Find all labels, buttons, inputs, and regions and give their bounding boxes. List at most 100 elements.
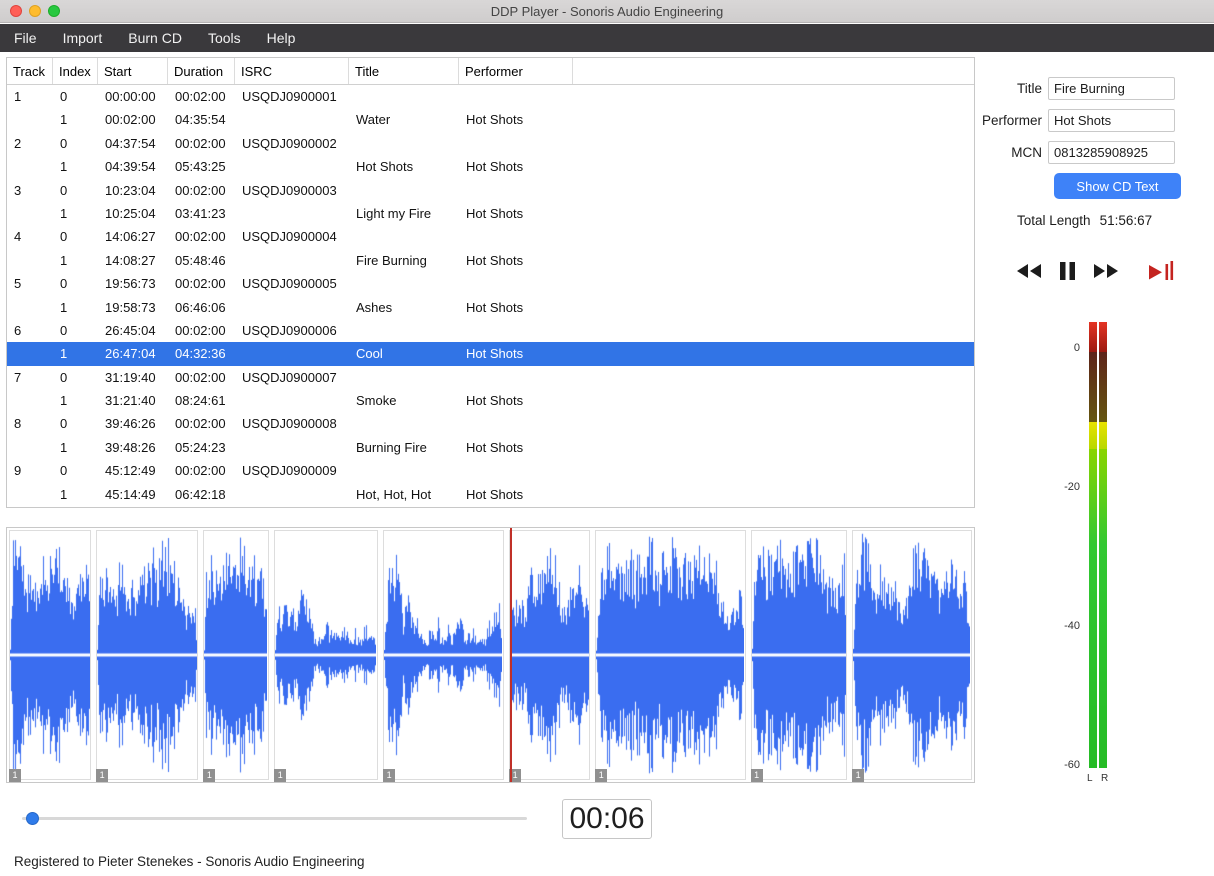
- pause-button[interactable]: [1059, 261, 1076, 283]
- table-row[interactable]: 3 0 10:23:04 00:02:00 USQDJ0900003: [7, 178, 974, 202]
- fast-forward-button[interactable]: [1093, 261, 1119, 283]
- menu-import[interactable]: Import: [50, 24, 116, 52]
- waveform-segment[interactable]: [595, 530, 746, 780]
- cell-duration: 08:24:61: [175, 393, 226, 409]
- cell-isrc: [235, 389, 349, 412]
- cell-index: 1: [60, 205, 68, 221]
- cell-start: 39:46:26: [105, 416, 156, 432]
- slider-thumb[interactable]: [26, 812, 39, 825]
- table-row[interactable]: 1 14:08:27 05:48:46 Fire Burning Hot Shots: [7, 248, 974, 273]
- title-field[interactable]: [1048, 76, 1175, 100]
- table-row[interactable]: 1 10:25:04 03:41:23 Light my Fire Hot Shots: [7, 201, 974, 226]
- column-header-track[interactable]: Track: [7, 58, 53, 84]
- cell-track: [7, 342, 53, 365]
- column-header-duration[interactable]: Duration: [168, 58, 235, 84]
- meter-scale-label: -40: [1064, 620, 1080, 632]
- menu-file[interactable]: File: [1, 24, 50, 52]
- cell-index: 1: [60, 299, 68, 315]
- menu-help[interactable]: Help: [254, 24, 309, 52]
- cell-performer: Hot Shots: [466, 346, 524, 362]
- cell-index: 0: [60, 416, 68, 432]
- table-row[interactable]: 1 45:14:49 06:42:18 Hot, Hot, Hot Hot Shots: [7, 482, 974, 507]
- cell-isrc: [235, 249, 349, 272]
- table-row[interactable]: 4 0 14:06:27 00:02:00 USQDJ0900004: [7, 225, 974, 249]
- cell-title: Hot, Hot, Hot: [356, 486, 432, 502]
- table-row[interactable]: 1 39:48:26 05:24:23 Burning Fire Hot Shots: [7, 435, 974, 460]
- performer-row: Performer: [978, 108, 1214, 132]
- cell-performer: [459, 225, 573, 248]
- waveform-segment[interactable]: [383, 530, 505, 780]
- cell-track: [7, 155, 53, 178]
- table-row[interactable]: 1 26:47:04 04:32:36 Cool Hot Shots: [7, 342, 974, 366]
- table-row[interactable]: 1 04:39:54 05:43:25 Hot Shots Hot Shots: [7, 155, 974, 179]
- cell-track: [7, 389, 53, 412]
- index-marker: 1: [203, 769, 216, 782]
- column-header-start[interactable]: Start: [98, 58, 168, 84]
- cell-start: 14:06:27: [105, 229, 156, 245]
- table-row[interactable]: 6 0 26:45:04 00:02:00 USQDJ0900006: [7, 318, 974, 343]
- playhead-cursor[interactable]: [509, 528, 512, 782]
- performer-field[interactable]: [1048, 108, 1175, 132]
- table-row[interactable]: 7 0 31:19:40 00:02:00 USQDJ0900007: [7, 365, 974, 390]
- cell-isrc: USQDJ0900004: [242, 229, 337, 245]
- cell-track: 8: [14, 416, 22, 432]
- cell-track: 2: [14, 135, 22, 151]
- cell-isrc: USQDJ0900008: [242, 416, 337, 432]
- table-row[interactable]: 1 0 00:00:00 00:02:00 USQDJ0900001: [7, 85, 974, 109]
- cell-performer: Hot Shots: [466, 299, 524, 315]
- cell-index: 0: [60, 322, 68, 338]
- table-row[interactable]: 2 0 04:37:54 00:02:00 USQDJ0900002: [7, 131, 974, 156]
- column-header-index[interactable]: Index: [53, 58, 98, 84]
- waveform-segment[interactable]: [9, 530, 92, 780]
- fast-forward-icon: [1093, 263, 1119, 282]
- cell-index: 1: [60, 393, 68, 409]
- cell-duration: 00:02:00: [175, 89, 226, 104]
- cell-start: 00:02:00: [105, 112, 156, 128]
- waveform-segment[interactable]: [203, 530, 270, 780]
- cell-title: [349, 179, 459, 202]
- play-to-marker-button[interactable]: [1149, 261, 1176, 283]
- index-marker: 1: [9, 769, 21, 782]
- cell-duration: 00:02:00: [175, 182, 226, 198]
- waveform-segment[interactable]: [509, 530, 591, 780]
- cell-isrc: [235, 202, 349, 225]
- column-header-isrc[interactable]: ISRC: [235, 58, 349, 84]
- column-header-title[interactable]: Title: [349, 58, 459, 84]
- cell-index: 0: [60, 229, 68, 245]
- cell-track: [7, 202, 53, 225]
- cell-performer: [459, 319, 573, 342]
- cell-title: [349, 366, 459, 389]
- cell-start: 04:39:54: [105, 159, 156, 175]
- show-cd-text-button[interactable]: Show CD Text: [1054, 173, 1181, 199]
- table-row[interactable]: 8 0 39:46:26 00:02:00 USQDJ0900008: [7, 412, 974, 436]
- meter-scale-label: -60: [1064, 759, 1080, 771]
- mcn-field[interactable]: [1048, 140, 1175, 164]
- waveform-segment[interactable]: [852, 530, 972, 780]
- slider-track[interactable]: [22, 817, 527, 820]
- position-slider[interactable]: [22, 811, 527, 827]
- table-row[interactable]: 5 0 19:56:73 00:02:00 USQDJ0900005: [7, 272, 974, 296]
- cell-isrc: USQDJ0900006: [242, 322, 337, 338]
- cell-index: 1: [60, 112, 68, 128]
- cell-performer: Hot Shots: [466, 112, 524, 128]
- cell-performer: Hot Shots: [466, 252, 524, 268]
- waveform-segment[interactable]: [274, 530, 379, 780]
- cell-index: 0: [60, 89, 68, 104]
- cell-track: 5: [14, 276, 22, 292]
- table-row[interactable]: 1 31:21:40 08:24:61 Smoke Hot Shots: [7, 389, 974, 413]
- cell-track: [7, 108, 53, 131]
- table-row[interactable]: 1 19:58:73 06:46:06 Ashes Hot Shots: [7, 295, 974, 319]
- column-header-performer[interactable]: Performer: [459, 58, 573, 84]
- table-row[interactable]: 1 00:02:00 04:35:54 Water Hot Shots: [7, 108, 974, 132]
- waveform-segment[interactable]: [750, 530, 848, 780]
- cell-track: [7, 249, 53, 272]
- table-row[interactable]: 9 0 45:12:49 00:02:00 USQDJ0900009: [7, 459, 974, 483]
- menu-burn-cd[interactable]: Burn CD: [115, 24, 195, 52]
- cell-title: [349, 85, 459, 108]
- menu-bar: File Import Burn CD Tools Help: [0, 24, 1214, 52]
- rewind-button[interactable]: [1016, 261, 1042, 283]
- waveform-display[interactable]: 111111111: [6, 527, 975, 783]
- waveform-segment[interactable]: [96, 530, 199, 780]
- menu-tools[interactable]: Tools: [195, 24, 254, 52]
- cell-performer: Hot Shots: [466, 486, 524, 502]
